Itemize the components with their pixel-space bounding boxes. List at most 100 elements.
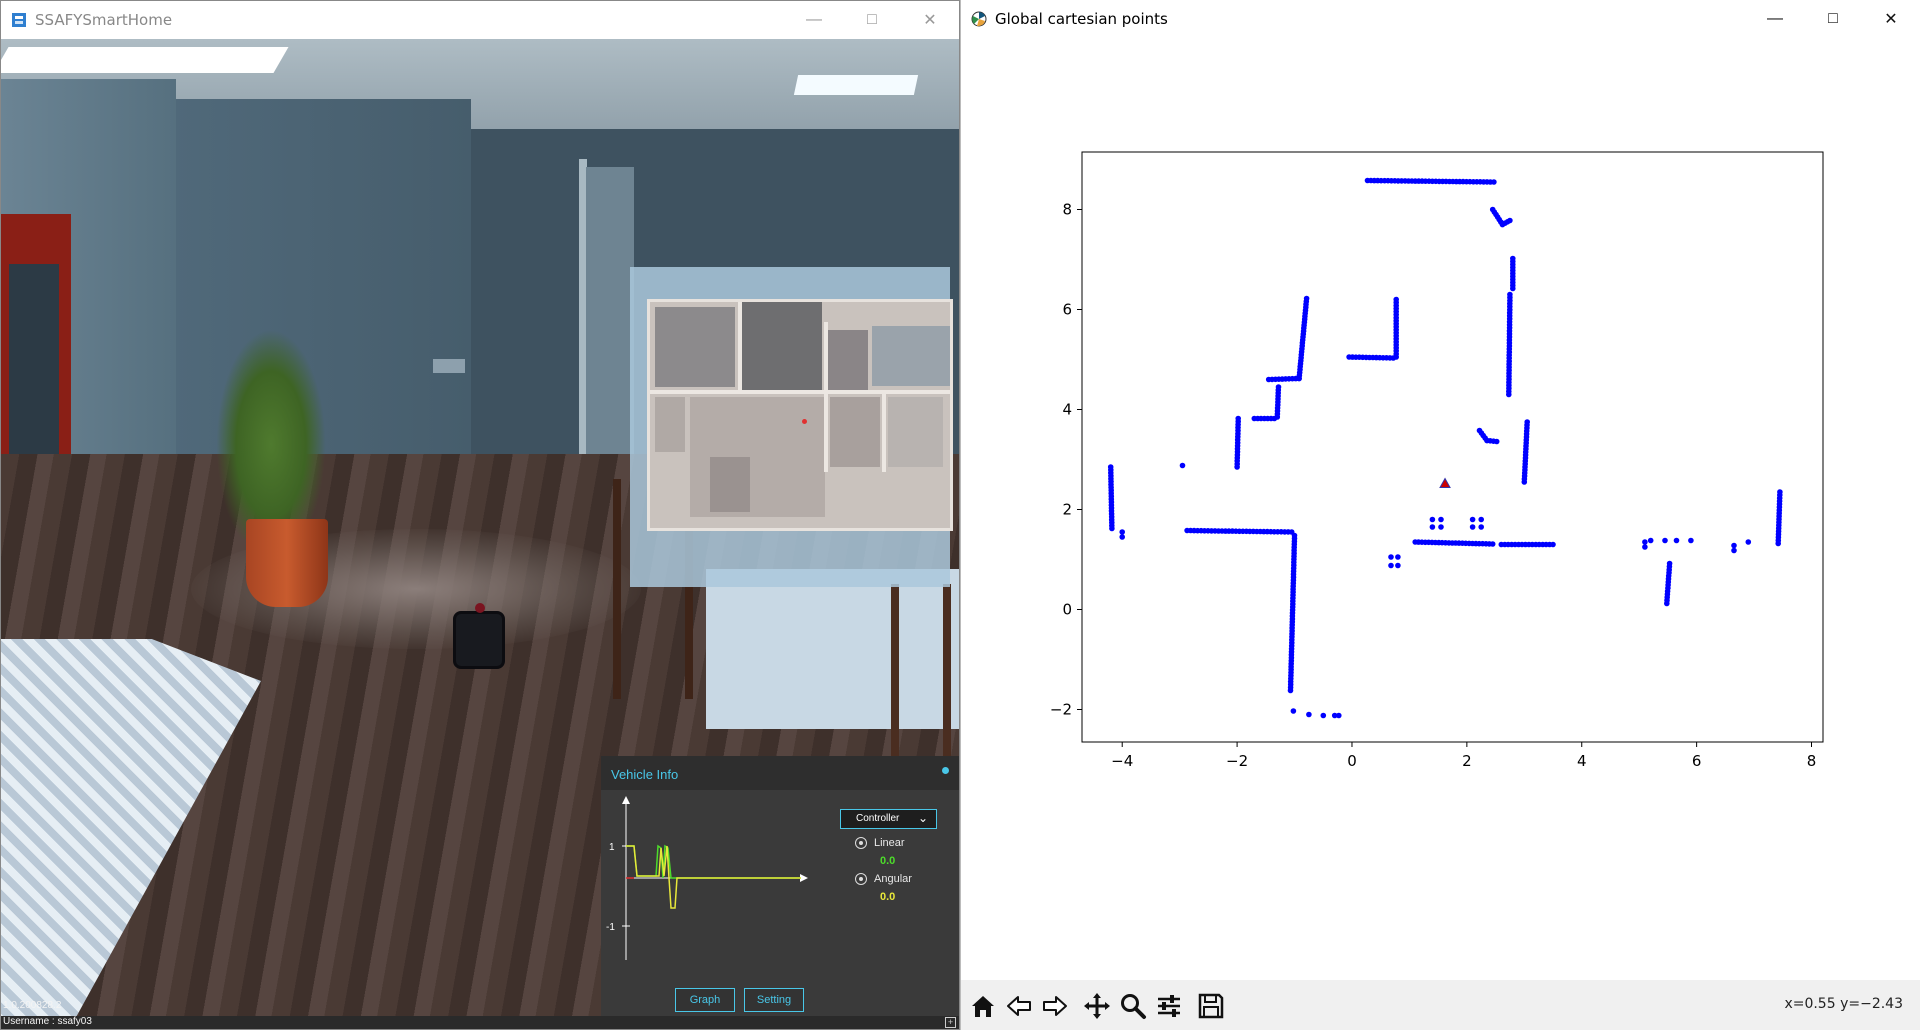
scan-point [1493,438,1500,445]
angular-value: 0.0 [880,891,896,903]
simulation-viewport[interactable]: Vehicle Info 1 -1 Controller ⌄ Linear 0.0 [1,39,959,1029]
x-tick-label: 4 [1577,752,1587,770]
robot-lidar [475,603,485,613]
scan-point [1290,708,1297,714]
plot-frame [1081,151,1824,743]
pan-icon[interactable] [1079,989,1115,1023]
forward-arrow-icon[interactable] [1037,989,1073,1023]
graph-button[interactable]: Graph [675,988,735,1012]
smarthome-titlebar[interactable]: SSAFYSmartHome — □ ✕ [1,1,959,39]
close-button[interactable]: ✕ [901,1,959,39]
status-indicator [942,767,949,774]
scan-point [1388,562,1394,569]
floorplan-rooms [650,302,950,517]
scan-point [1662,537,1668,544]
app-icon [12,13,26,27]
linear-trace [626,844,801,879]
matplotlib-icon [971,11,987,27]
scan-point [1478,524,1484,530]
scan-point [1109,525,1115,532]
scan-point [1510,285,1516,292]
robot-vehicle [453,611,505,669]
window-glass [9,264,59,454]
plant-pot [246,519,328,607]
save-icon[interactable] [1193,989,1229,1023]
doorway [586,167,634,477]
x-tick-label: 6 [1692,752,1702,770]
scan-point [1642,544,1648,550]
scan-point [1775,540,1781,547]
scan-point [1673,537,1680,544]
vehicle-info-title: Vehicle Info [611,767,679,782]
plot-canvas[interactable]: −4 −2 0 2 4 6 8 −2 0 2 4 6 8 [961,38,1920,980]
window-title: SSAFYSmartHome [35,11,173,29]
scan-point [1287,687,1294,694]
scan-point [1234,464,1240,470]
scan-point [1393,354,1399,360]
close-button[interactable]: ✕ [1862,0,1920,38]
back-arrow-icon[interactable] [1001,989,1037,1023]
y-tick-label: 8 [1062,201,1072,219]
scan-point [1745,539,1752,545]
scan-point [1521,479,1528,485]
status-bar [1,1016,959,1029]
bar-stool [891,584,951,759]
username-label: Username : ssafy03 [3,1016,92,1027]
home-icon[interactable] [965,989,1001,1023]
vehicle-info-header: Vehicle Info [601,756,959,790]
x-tick-label: −4 [1111,752,1133,770]
scan-point [1438,516,1444,523]
maximize-button[interactable]: □ [1804,0,1862,38]
scan-point [1119,529,1125,535]
scan-point [1320,712,1327,719]
scan-point [1429,524,1436,530]
angular-trace [626,845,801,909]
ceiling-light [793,75,919,95]
x-tick-label: 0 [1347,752,1357,770]
maximize-button[interactable]: □ [843,1,901,39]
scan-point [1395,554,1401,560]
scan-point [1395,562,1401,569]
scan-point [1731,547,1737,554]
y-tick-label: 0 [1062,601,1072,619]
scan-point [1550,541,1556,548]
plot-titlebar[interactable]: Global cartesian points — □ ✕ [961,0,1920,38]
x-tick-label: 8 [1807,752,1817,770]
y-tick-label: 4 [1062,401,1072,419]
scan-point [1506,391,1512,398]
light-switch [433,359,465,373]
y-tick-label: 6 [1062,301,1072,319]
linear-label: Linear [874,837,905,849]
zoom-icon[interactable] [1115,989,1151,1023]
scan-point [1647,537,1654,544]
configure-subplots-icon[interactable] [1151,989,1187,1023]
scan-point [1688,537,1694,544]
minimize-button[interactable]: — [785,1,843,39]
scan-point [1469,516,1476,523]
minimap-floorplan [647,299,953,531]
version-label: 1.0.200828.2 [3,1000,62,1011]
velocity-graph: 1 -1 [606,796,808,960]
controller-select[interactable]: Controller ⌄ [840,809,937,829]
scan-point [1731,542,1737,549]
potted-plant [216,329,326,539]
scan-point [1438,524,1444,530]
setting-button[interactable]: Setting [744,988,804,1012]
scan-point [1306,711,1312,718]
x-tick-label: 2 [1462,752,1472,770]
window-title: Global cartesian points [995,10,1168,28]
linear-value: 0.0 [880,855,896,867]
minimap[interactable] [630,267,953,587]
x-tick-label: −2 [1226,752,1248,770]
angular-radio[interactable] [855,873,867,885]
expand-icon[interactable]: + [945,1017,956,1028]
linear-radio[interactable] [855,837,867,849]
minimize-button[interactable]: — [1746,0,1804,38]
scan-point [1251,415,1258,422]
scan-point [1507,217,1513,224]
graph-y-arrow [622,796,630,804]
vehicle-info-panel: Vehicle Info 1 -1 Controller ⌄ Linear 0.0 [601,756,959,1018]
scan-point [1388,554,1394,560]
scan-point [1489,541,1496,547]
scan-point [1336,712,1342,719]
